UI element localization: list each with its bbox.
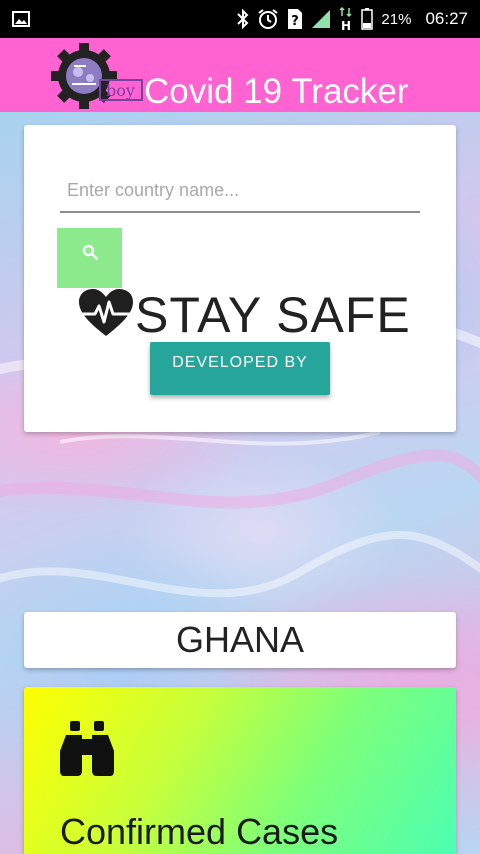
status-bar: ? H 21% 06:27 bbox=[0, 0, 480, 38]
search-icon bbox=[82, 244, 98, 263]
logo-text: boy bbox=[106, 81, 135, 100]
app-bar: boy Covid 19 Tracker bbox=[0, 38, 480, 112]
gallery-icon bbox=[12, 11, 30, 27]
heart-pulse-icon bbox=[78, 288, 134, 343]
sim-unknown-icon: ? bbox=[287, 8, 303, 30]
svg-text:H: H bbox=[341, 19, 351, 32]
country-card: GHANA bbox=[24, 612, 456, 668]
country-search-input[interactable] bbox=[60, 169, 420, 213]
search-card: STAY SAFE DEVELOPED BY bbox=[24, 125, 456, 432]
data-h-icon: H bbox=[339, 6, 353, 32]
battery-percent: 21% bbox=[381, 10, 412, 28]
app-logo: boy bbox=[50, 40, 146, 110]
alarm-icon bbox=[257, 8, 279, 30]
svg-text:?: ? bbox=[292, 14, 300, 29]
bluetooth-icon bbox=[237, 9, 249, 29]
stay-safe-banner: STAY SAFE bbox=[78, 285, 411, 345]
clock: 06:27 bbox=[425, 9, 468, 28]
country-name: GHANA bbox=[175, 619, 305, 660]
binoculars-icon bbox=[60, 721, 114, 782]
app-title: Covid 19 Tracker bbox=[144, 72, 409, 111]
stay-safe-text: STAY SAFE bbox=[135, 287, 411, 343]
confirmed-cases-label: Confirmed Cases bbox=[60, 811, 339, 852]
signal-icon bbox=[311, 9, 331, 29]
search-button[interactable] bbox=[57, 228, 122, 288]
developed-by-button[interactable]: DEVELOPED BY bbox=[150, 342, 330, 395]
confirmed-cases-card: Confirmed Cases bbox=[24, 687, 456, 854]
battery-icon bbox=[361, 8, 374, 30]
